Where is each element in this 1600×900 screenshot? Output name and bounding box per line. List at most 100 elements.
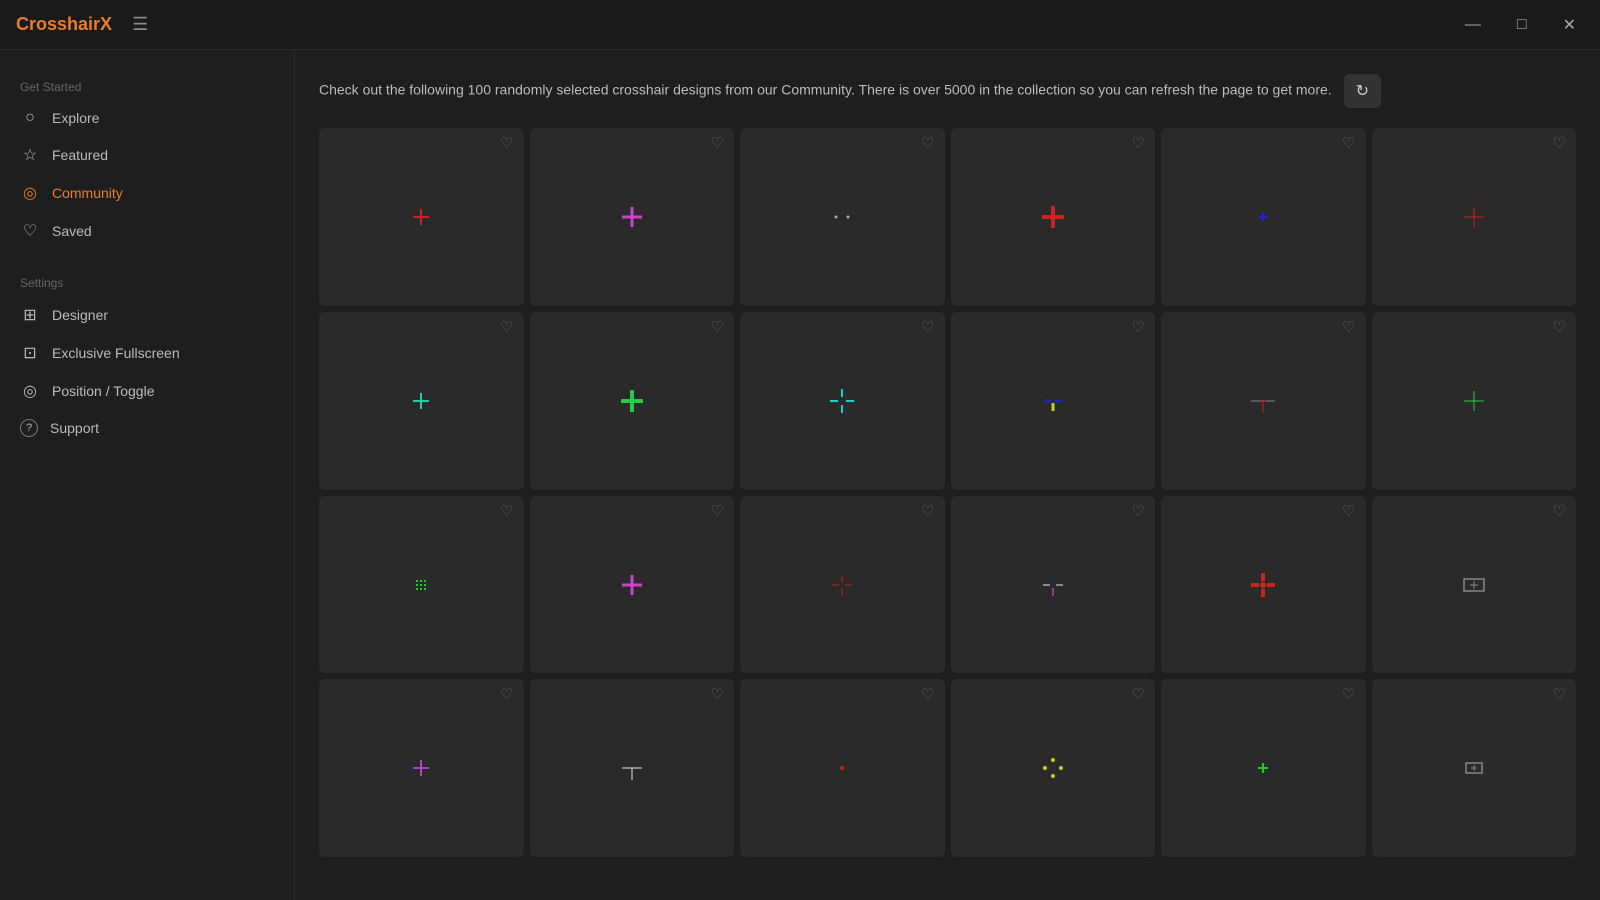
heart-button[interactable]: ♡	[711, 136, 724, 151]
exclusive-icon: ⊡	[20, 343, 40, 363]
explore-icon: ○	[20, 109, 40, 127]
sidebar: Get Started ○ Explore ☆ Featured ◎ Commu…	[0, 50, 295, 900]
position-icon: ◎	[20, 381, 40, 401]
crosshair-display	[812, 555, 872, 615]
heart-button[interactable]: ♡	[500, 320, 513, 335]
crosshair-display	[1023, 555, 1083, 615]
crosshair-display	[1023, 371, 1083, 431]
crosshair-card-0[interactable]: ♡	[319, 128, 524, 306]
crosshair-card-4[interactable]: ♡	[1161, 128, 1366, 306]
heart-button[interactable]: ♡	[921, 320, 934, 335]
sidebar-item-featured[interactable]: ☆ Featured	[0, 136, 294, 174]
app-accent: X	[100, 14, 112, 34]
crosshair-card-6[interactable]: ♡	[319, 312, 524, 490]
crosshair-card-11[interactable]: ♡	[1372, 312, 1577, 490]
sidebar-item-community-label: Community	[52, 185, 123, 201]
sidebar-item-saved-label: Saved	[52, 223, 92, 239]
crosshair-card-20[interactable]: ♡	[740, 679, 945, 857]
crosshair-display	[812, 738, 872, 798]
crosshair-display	[602, 555, 662, 615]
heart-button[interactable]: ♡	[500, 136, 513, 151]
crosshair-display	[1444, 738, 1504, 798]
heart-button[interactable]: ♡	[921, 687, 934, 702]
crosshair-display	[391, 738, 451, 798]
crosshair-display	[602, 187, 662, 247]
crosshair-display	[1023, 738, 1083, 798]
crosshair-card-21[interactable]: ♡	[951, 679, 1156, 857]
heart-button[interactable]: ♡	[921, 504, 934, 519]
sidebar-item-designer-label: Designer	[52, 307, 108, 323]
heart-button[interactable]: ♡	[1553, 504, 1566, 519]
support-icon: ?	[20, 419, 38, 437]
crosshair-card-19[interactable]: ♡	[530, 679, 735, 857]
crosshair-card-13[interactable]: ♡	[530, 496, 735, 674]
sidebar-item-support[interactable]: ? Support	[0, 410, 294, 446]
titlebar-left: CrosshairX ☰	[16, 14, 148, 35]
settings-label: Settings	[0, 266, 294, 296]
crosshair-card-17[interactable]: ♡	[1372, 496, 1577, 674]
crosshair-card-16[interactable]: ♡	[1161, 496, 1366, 674]
heart-button[interactable]: ♡	[1553, 687, 1566, 702]
heart-button[interactable]: ♡	[1342, 136, 1355, 151]
crosshair-card-3[interactable]: ♡	[951, 128, 1156, 306]
sidebar-item-support-label: Support	[50, 420, 99, 436]
designer-icon: ⊞	[20, 305, 40, 325]
saved-icon: ♡	[20, 221, 40, 241]
crosshair-card-2[interactable]: ♡	[740, 128, 945, 306]
sidebar-item-saved[interactable]: ♡ Saved	[0, 212, 294, 250]
crosshair-grid: ♡ ♡ ♡ ♡ ♡ ♡ ♡ ♡ ♡ ♡	[319, 128, 1576, 857]
crosshair-card-9[interactable]: ♡	[951, 312, 1156, 490]
titlebar: CrosshairX ☰ — □ ✕	[0, 0, 1600, 50]
crosshair-card-5[interactable]: ♡	[1372, 128, 1577, 306]
heart-button[interactable]: ♡	[711, 504, 724, 519]
crosshair-display	[1444, 187, 1504, 247]
crosshair-card-15[interactable]: ♡	[951, 496, 1156, 674]
get-started-label: Get Started	[0, 70, 294, 100]
sidebar-item-explore[interactable]: ○ Explore	[0, 100, 294, 136]
heart-button[interactable]: ♡	[1342, 504, 1355, 519]
heart-button[interactable]: ♡	[1553, 136, 1566, 151]
crosshair-card-22[interactable]: ♡	[1161, 679, 1366, 857]
main-layout: Get Started ○ Explore ☆ Featured ◎ Commu…	[0, 50, 1600, 900]
crosshair-display	[1233, 555, 1293, 615]
sidebar-item-designer[interactable]: ⊞ Designer	[0, 296, 294, 334]
heart-button[interactable]: ♡	[1132, 136, 1145, 151]
content-area: Check out the following 100 randomly sel…	[295, 50, 1600, 900]
heart-button[interactable]: ♡	[500, 504, 513, 519]
crosshair-card-12[interactable]: ♡	[319, 496, 524, 674]
crosshair-card-18[interactable]: ♡	[319, 679, 524, 857]
crosshair-display	[812, 187, 872, 247]
crosshair-card-1[interactable]: ♡	[530, 128, 735, 306]
sidebar-item-exclusive[interactable]: ⊡ Exclusive Fullscreen	[0, 334, 294, 372]
heart-button[interactable]: ♡	[500, 687, 513, 702]
sidebar-item-position[interactable]: ◎ Position / Toggle	[0, 372, 294, 410]
heart-button[interactable]: ♡	[1553, 320, 1566, 335]
minimize-button[interactable]: —	[1457, 12, 1489, 38]
refresh-button[interactable]: ↻	[1344, 74, 1381, 108]
heart-button[interactable]: ♡	[1132, 504, 1145, 519]
heart-button[interactable]: ♡	[1132, 687, 1145, 702]
close-button[interactable]: ✕	[1555, 11, 1584, 39]
heart-button[interactable]: ♡	[921, 136, 934, 151]
crosshair-card-7[interactable]: ♡	[530, 312, 735, 490]
crosshair-card-10[interactable]: ♡	[1161, 312, 1366, 490]
crosshair-display	[602, 738, 662, 798]
heart-button[interactable]: ♡	[1132, 320, 1145, 335]
crosshair-card-8[interactable]: ♡	[740, 312, 945, 490]
heart-button[interactable]: ♡	[1342, 687, 1355, 702]
crosshair-display	[1444, 555, 1504, 615]
crosshair-display	[391, 187, 451, 247]
crosshair-card-14[interactable]: ♡	[740, 496, 945, 674]
crosshair-card-23[interactable]: ♡	[1372, 679, 1577, 857]
crosshair-display	[391, 371, 451, 431]
heart-button[interactable]: ♡	[711, 687, 724, 702]
heart-button[interactable]: ♡	[1342, 320, 1355, 335]
intro-text: Check out the following 100 randomly sel…	[319, 74, 1419, 108]
maximize-button[interactable]: □	[1509, 12, 1535, 38]
sidebar-item-exclusive-label: Exclusive Fullscreen	[52, 345, 180, 361]
titlebar-controls: — □ ✕	[1457, 11, 1584, 39]
crosshair-display	[391, 555, 451, 615]
sidebar-item-community[interactable]: ◎ Community	[0, 174, 294, 212]
heart-button[interactable]: ♡	[711, 320, 724, 335]
menu-icon[interactable]: ☰	[132, 14, 148, 35]
